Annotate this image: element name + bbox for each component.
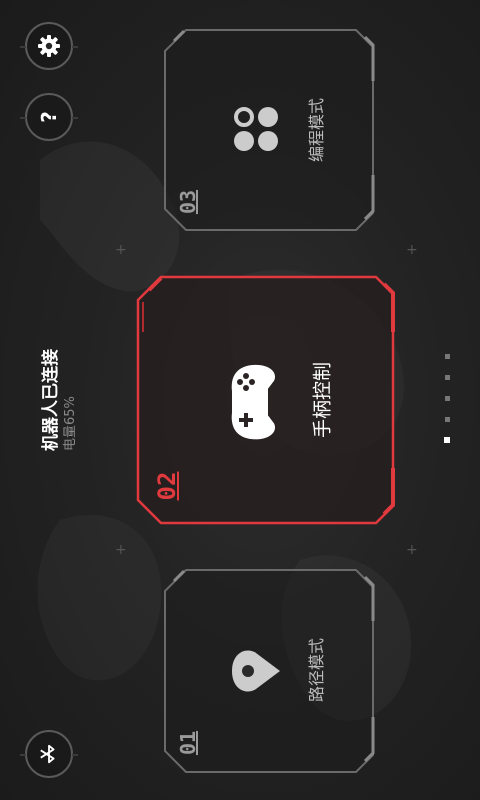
mode-number: 02 — [153, 471, 181, 501]
page-dot[interactable] — [445, 396, 450, 401]
page-dot-active[interactable] — [444, 437, 450, 443]
mode-card-path[interactable]: 路径模式 01 — [160, 565, 378, 777]
location-pin-icon — [232, 650, 280, 692]
help-button[interactable]: ? — [20, 93, 78, 141]
blocks-icon — [234, 107, 278, 151]
bluetooth-icon — [40, 744, 55, 764]
settings-button[interactable] — [20, 22, 78, 70]
mode-label: 手柄控制 — [311, 361, 334, 439]
mode-label: 路径模式 — [307, 637, 326, 703]
crosshair-marker: + — [406, 542, 418, 558]
page-dot[interactable] — [445, 375, 450, 380]
mode-card-programming[interactable]: 编程模式 03 — [160, 25, 378, 235]
page-dot[interactable] — [445, 417, 450, 422]
mode-label: 编程模式 — [307, 97, 326, 163]
mode-number: 01 — [176, 730, 200, 756]
connection-text: 机器人已连接 — [41, 349, 61, 451]
gamepad-icon — [231, 364, 275, 440]
page-indicator — [443, 352, 453, 444]
crosshair-marker: + — [115, 242, 127, 258]
connection-status: 机器人已连接 电量65% — [20, 330, 100, 470]
bluetooth-button[interactable] — [20, 730, 78, 778]
page-dot[interactable] — [445, 354, 450, 359]
question-icon: ? — [36, 111, 61, 123]
mode-number: 03 — [176, 189, 200, 215]
gear-icon — [38, 35, 60, 57]
mode-card-gamepad[interactable]: 手柄控制 02 — [133, 272, 398, 528]
crosshair-marker: + — [115, 542, 127, 558]
crosshair-marker: + — [406, 242, 418, 258]
battery-level: 电量65% — [63, 396, 78, 451]
